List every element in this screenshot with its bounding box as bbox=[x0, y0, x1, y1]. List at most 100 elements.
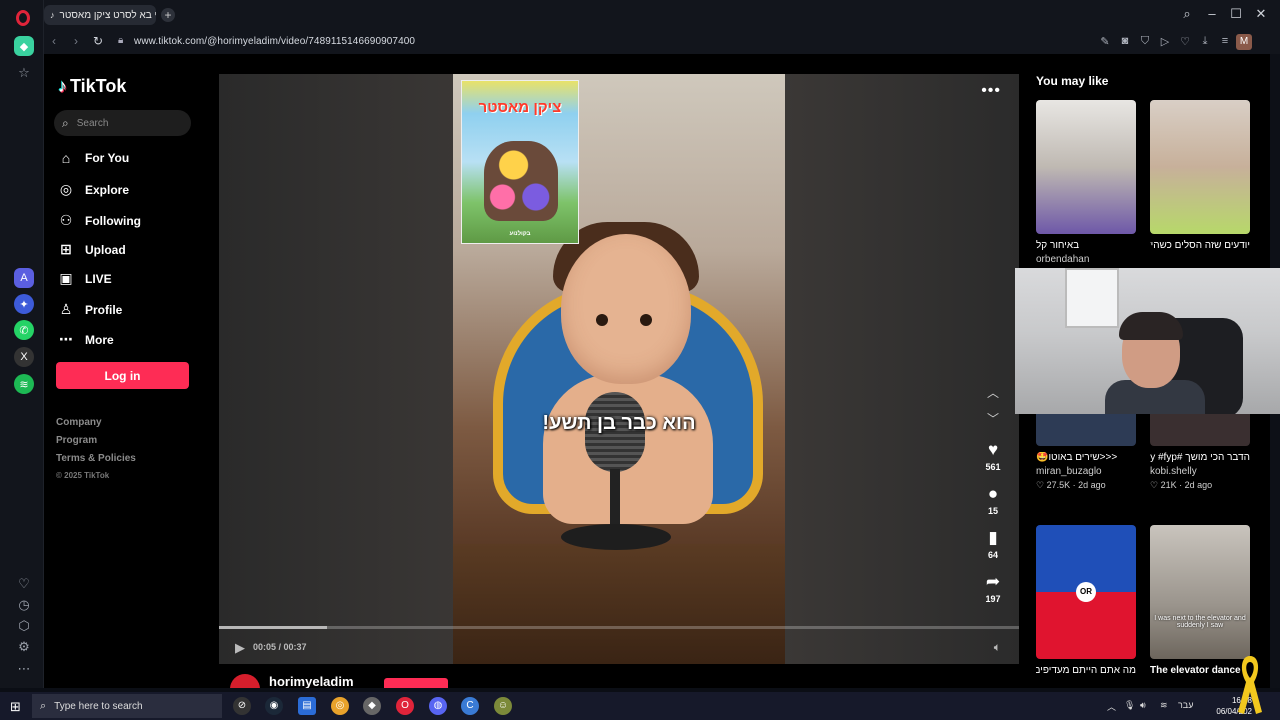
aria-icon[interactable]: ◆ bbox=[14, 36, 34, 56]
profile-icon: ♙ bbox=[59, 301, 73, 317]
video-baby-eye bbox=[640, 314, 652, 326]
like-button[interactable]: ♥ 561 bbox=[983, 440, 1003, 472]
messenger-icon[interactable]: ✦ bbox=[14, 294, 34, 314]
nav-for-you[interactable]: ⌂ For You bbox=[58, 150, 129, 166]
video-thumbnail[interactable]: OR bbox=[1036, 525, 1136, 659]
new-tab-button[interactable]: + bbox=[161, 8, 175, 22]
search-icon: ⌕ bbox=[62, 115, 69, 130]
suggested-video-card[interactable]: יודעים שזה הסלים כשהיד מתחילה להתערס #פו… bbox=[1150, 100, 1250, 251]
extensions-icon[interactable]: ⬡ bbox=[15, 617, 33, 635]
spotify-icon[interactable]: ≋ bbox=[14, 374, 34, 394]
footer-terms-link[interactable]: Terms & Policies bbox=[56, 453, 136, 464]
url-field[interactable]: www.tiktok.com/@horimyeladim/video/74891… bbox=[134, 36, 415, 47]
taskbar-app-icon[interactable]: ⊘ bbox=[233, 697, 251, 715]
shield-icon[interactable]: ⛉ bbox=[1138, 35, 1152, 48]
browser-sidebar: ◆ ☆ A ✦ ✆ X ≋ ♡ ◷ ⬡ ⚙ ⋯ bbox=[0, 0, 44, 688]
card-author[interactable]: orbendahan bbox=[1036, 254, 1136, 265]
search-bar[interactable]: ⌕ bbox=[54, 110, 191, 136]
video-progress-bar[interactable] bbox=[219, 626, 1019, 629]
x-twitter-icon[interactable]: X bbox=[14, 347, 34, 367]
video-thumbnail[interactable] bbox=[1150, 100, 1250, 234]
video-stage[interactable]: ציקן מאסטר בקולנוע הוא כבר בן תשע! ••• ︿… bbox=[219, 74, 1019, 664]
nav-more[interactable]: ⋯ More bbox=[58, 331, 114, 348]
search-input[interactable] bbox=[76, 117, 177, 129]
video-thumbnail[interactable]: I was next to the elevator and suddenly … bbox=[1150, 525, 1250, 659]
discord-icon[interactable]: ◍ bbox=[429, 697, 447, 715]
search-tabs-icon[interactable]: ⌕ bbox=[1178, 6, 1196, 22]
save-button[interactable]: ▮ 64 bbox=[983, 528, 1003, 560]
play-icon[interactable]: ▶ bbox=[235, 640, 245, 656]
nav-explore[interactable]: ◎ Explore bbox=[58, 181, 129, 198]
taskbar-app-icon[interactable]: C bbox=[461, 697, 479, 715]
steam-icon[interactable]: ◉ bbox=[265, 697, 283, 715]
you-may-like-title: You may like bbox=[1036, 74, 1109, 88]
windows-start-icon[interactable]: ⊞ bbox=[10, 699, 21, 715]
opera-logo-icon[interactable] bbox=[16, 10, 30, 26]
suggested-video-card[interactable]: I was next to the elevator and suddenly … bbox=[1150, 525, 1250, 676]
menu-icon[interactable]: ≡ bbox=[1218, 35, 1232, 47]
video-caption: הוא כבר בן תשע! bbox=[542, 412, 696, 434]
mic-icon[interactable]: 🎙︎ bbox=[1124, 700, 1135, 711]
back-button[interactable]: ‹ bbox=[46, 34, 62, 48]
settings-gear-icon[interactable]: ⚙ bbox=[15, 638, 33, 656]
follow-button[interactable] bbox=[384, 678, 448, 688]
speed-dial-icon[interactable]: ☆ bbox=[15, 64, 33, 82]
aria-ai-icon[interactable]: A bbox=[14, 268, 34, 288]
network-icon[interactable]: ≋ bbox=[1160, 700, 1168, 711]
edit-icon[interactable]: ✎ bbox=[1098, 35, 1112, 48]
previous-video-chevron-icon[interactable]: ︿ bbox=[987, 384, 999, 401]
nav-profile[interactable]: ♙ Profile bbox=[58, 301, 123, 318]
card-author[interactable]: miran_buzaglo bbox=[1036, 466, 1136, 477]
taskbar-search[interactable]: ⌕ Type here to search bbox=[32, 694, 222, 718]
heart-outline-icon[interactable]: ♡ bbox=[1178, 35, 1192, 48]
suggested-video-card[interactable]: באיחור קל orbendahan bbox=[1036, 100, 1136, 265]
login-button[interactable]: Log in bbox=[56, 362, 189, 389]
speaker-icon[interactable]: 🔊︎ bbox=[1140, 700, 1146, 711]
lock-icon: 🔒︎ bbox=[118, 35, 124, 46]
language-indicator[interactable]: עבר bbox=[1178, 700, 1193, 710]
author-name[interactable]: horimyeladim bbox=[269, 674, 354, 688]
store-icon[interactable]: ▤ bbox=[298, 697, 316, 715]
comment-button[interactable]: ● 15 bbox=[983, 484, 1003, 516]
forward-button[interactable]: › bbox=[68, 34, 84, 48]
footer-company-link[interactable]: Company bbox=[56, 417, 102, 428]
more-dots-icon[interactable]: ⋯ bbox=[15, 660, 33, 678]
card-title: <<<שירים באוטו🤩 bbox=[1036, 452, 1118, 463]
suggested-video-card[interactable]: OR מה אתם הייתם מעדיפים bbox=[1036, 525, 1136, 676]
play-icon[interactable]: ▷ bbox=[1158, 35, 1172, 48]
camera-icon[interactable]: ◙ bbox=[1118, 35, 1132, 47]
next-video-chevron-icon[interactable]: ﹀ bbox=[987, 410, 999, 427]
history-icon[interactable]: ◷ bbox=[15, 596, 33, 614]
whatsapp-icon[interactable]: ✆ bbox=[14, 320, 34, 340]
reload-button[interactable]: ↻ bbox=[90, 34, 106, 48]
minimize-button[interactable]: – bbox=[1203, 6, 1221, 21]
tab-bar: ♪ מי בא לסרט ציקן מאסטר + ⌕ – ☐ ✕ bbox=[44, 0, 1280, 30]
video-thumbnail[interactable] bbox=[1036, 100, 1136, 234]
opera-icon[interactable]: O bbox=[396, 697, 414, 715]
browser-tab[interactable]: ♪ מי בא לסרט ציקן מאסטר bbox=[44, 5, 156, 25]
video-time: 00:05 / 00:37 bbox=[253, 642, 307, 652]
maximize-button[interactable]: ☐ bbox=[1227, 6, 1245, 22]
close-window-button[interactable]: ✕ bbox=[1252, 6, 1270, 22]
more-options-icon[interactable]: ••• bbox=[981, 82, 1001, 100]
heart-icon[interactable]: ♡ bbox=[15, 575, 33, 593]
download-icon[interactable]: ⤓ bbox=[1198, 35, 1212, 48]
tray-chevron-icon[interactable]: ︿ bbox=[1107, 700, 1116, 713]
footer-program-link[interactable]: Program bbox=[56, 435, 97, 446]
search-icon: ⌕ bbox=[40, 699, 47, 712]
profile-avatar[interactable]: M bbox=[1236, 34, 1252, 50]
tiktok-logo[interactable]: ♪ TikTok bbox=[58, 76, 126, 97]
video-baby-eye bbox=[596, 314, 608, 326]
chrome-icon[interactable]: ◎ bbox=[331, 697, 349, 715]
nav-live[interactable]: ▣ LIVE bbox=[58, 270, 111, 287]
volume-icon[interactable]: 🔈︎ bbox=[994, 640, 1001, 655]
card-author[interactable]: kobi.shelly bbox=[1150, 466, 1250, 477]
taskbar-app-icon[interactable]: ☺ bbox=[494, 697, 512, 715]
nav-upload[interactable]: ⊞ Upload bbox=[58, 241, 126, 258]
taskbar-app-icon[interactable]: ◆ bbox=[363, 697, 381, 715]
tiktok-note-icon: ♪ bbox=[58, 76, 67, 96]
share-button[interactable]: ➦ 197 bbox=[983, 572, 1003, 604]
upload-icon: ⊞ bbox=[60, 241, 72, 257]
author-avatar[interactable] bbox=[230, 674, 260, 688]
nav-following[interactable]: ⚇ Following bbox=[58, 212, 141, 229]
